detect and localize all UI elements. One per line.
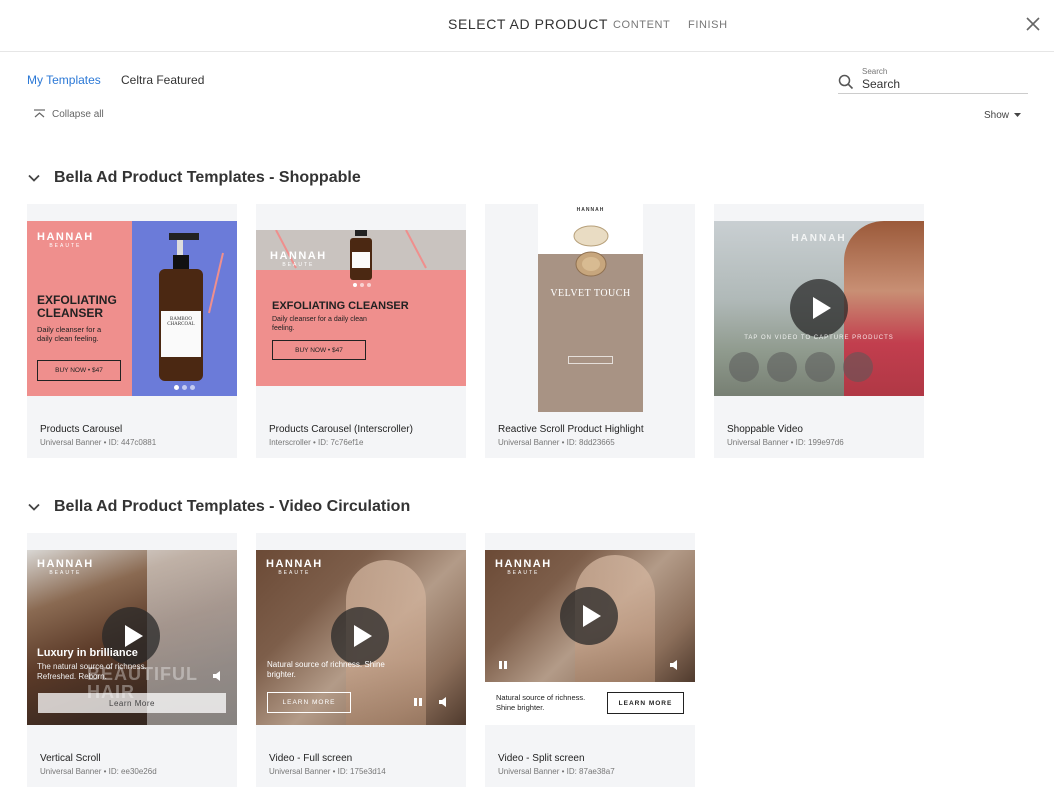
section-header-video-circulation[interactable]: Bella Ad Product Templates - Video Circu… [27, 498, 410, 516]
brand-logo: HANNAH [791, 233, 847, 244]
card-title: Products Carousel [40, 424, 123, 435]
card-title: Video - Split screen [498, 753, 585, 764]
carousel-dots [174, 385, 195, 390]
section-title: Bella Ad Product Templates - Shoppable [54, 169, 361, 186]
section-header-shoppable[interactable]: Bella Ad Product Templates - Shoppable [27, 169, 361, 187]
card-meta: Universal Banner • ID: ee30e26d [40, 767, 157, 776]
collapse-all-label: Collapse all [52, 109, 104, 120]
collapse-all-button[interactable]: Collapse all [33, 109, 104, 120]
card-meta: Universal Banner • ID: 175e3d14 [269, 767, 386, 776]
volume-icon [213, 671, 220, 681]
thumb-cta-button: LEARN MORE [267, 692, 351, 713]
play-icon [331, 607, 389, 665]
step-finish[interactable]: FINISH [688, 19, 728, 31]
card-meta: Interscroller • ID: 7c76ef1e [269, 438, 364, 447]
chevron-down-icon [28, 503, 40, 511]
brand-logo: HANNAH BEAUTE [270, 250, 327, 268]
compact-illustration [573, 225, 609, 277]
section-title: Bella Ad Product Templates - Video Circu… [54, 498, 411, 515]
search-input[interactable] [862, 77, 1022, 91]
volume-icon [670, 660, 677, 670]
thumb-headline: VELVET TOUCH [550, 288, 631, 299]
search-field[interactable]: Search [838, 64, 1028, 94]
thumb-headline: EXFOLIATING CLEANSER [272, 300, 409, 312]
thumb-headline: Luxury in brilliance [37, 647, 138, 659]
card-title: Video - Full screen [269, 753, 353, 764]
thumb-body: Natural source of richness. Shine bright… [267, 660, 385, 679]
card-title: Vertical Scroll [40, 753, 101, 764]
template-thumbnail: HANNAH TAP ON VIDEO TO CAPTURE PRODUCTS [714, 221, 924, 396]
bottle-label: BAMBOO CHARCOAL [167, 317, 195, 327]
template-thumbnail: HANNAH BEAUTE Luxury in brilliance The na… [27, 550, 237, 725]
bottle-illustration [350, 230, 372, 280]
template-card-shoppable-video[interactable]: HANNAH TAP ON VIDEO TO CAPTURE PRODUCTS … [714, 204, 924, 458]
thumb-body: Daily cleanser for a daily clean feeling… [272, 316, 367, 332]
caret-down-icon [1014, 113, 1022, 117]
template-card-reactive-scroll[interactable]: HANNAH VELVET TOUCH Reactive Scroll Prod… [485, 204, 695, 458]
template-thumbnail: HANNAH BEAUTE Natural source of richness.… [256, 550, 466, 725]
template-thumbnail: HANNAH BEAUTE Natural source of richness.… [485, 550, 695, 725]
template-thumbnail: HANNAH BEAUTE EXFOLIATING CLEANSER Daily … [27, 221, 237, 396]
card-meta: Universal Banner • ID: 87ae38a7 [498, 767, 615, 776]
template-card-products-carousel[interactable]: HANNAH BEAUTE EXFOLIATING CLEANSER Daily … [27, 204, 237, 458]
step-select-ad-product[interactable]: SELECT AD PRODUCT [448, 16, 608, 32]
thumb-body: Natural source of richness. Shine bright… [496, 693, 586, 712]
bottle-illustration [159, 233, 224, 381]
tab-celtra-featured[interactable]: Celtra Featured [121, 73, 204, 87]
top-bar: SELECT AD PRODUCT CONTENT FINISH [0, 0, 1054, 52]
carousel-dots [353, 283, 371, 287]
product-dots [729, 352, 873, 382]
template-card-video-full-screen[interactable]: HANNAH BEAUTE Natural source of richness.… [256, 533, 466, 787]
tab-my-templates[interactable]: My Templates [27, 73, 101, 87]
play-icon [790, 279, 848, 337]
thumb-cta-button: LEARN MORE [607, 692, 684, 714]
brand-logo: HANNAH BEAUTE [37, 231, 94, 249]
brand-logo: HANNAH [576, 207, 605, 213]
brand-logo: HANNAH BEAUTE [37, 558, 94, 576]
card-meta: Universal Banner • ID: 8dd23665 [498, 438, 615, 447]
thumb-caption: TAP ON VIDEO TO CAPTURE PRODUCTS [744, 335, 894, 341]
thumb-body: Daily cleanser for a daily clean feeling… [37, 325, 102, 343]
search-label: Search [862, 67, 888, 76]
show-label: Show [984, 110, 1010, 121]
card-title: Reactive Scroll Product Highlight [498, 424, 644, 435]
search-icon [838, 74, 854, 90]
card-meta: Universal Banner • ID: 447c0881 [40, 438, 157, 447]
thumb-cta-button: BUY NOW • $47 [272, 340, 366, 360]
thumb-cta-button [568, 356, 613, 364]
template-card-vertical-scroll[interactable]: HANNAH BEAUTE Luxury in brilliance The na… [27, 533, 237, 787]
template-card-products-carousel-interscroller[interactable]: HANNAH BEAUTE EXFOLIATING CLEANSER Daily … [256, 204, 466, 458]
chevron-down-icon [28, 174, 40, 182]
brand-logo: HANNAH BEAUTE [495, 558, 552, 576]
step-content[interactable]: CONTENT [613, 19, 670, 31]
thumb-cta-button: Learn More [38, 693, 226, 713]
pause-icon [499, 661, 507, 669]
close-icon[interactable] [1024, 15, 1042, 33]
template-thumbnail: HANNAH VELVET TOUCH [538, 204, 643, 412]
brand-logo: HANNAH BEAUTE [266, 558, 323, 576]
collapse-icon [34, 109, 45, 118]
template-thumbnail: HANNAH BEAUTE EXFOLIATING CLEANSER Daily … [256, 230, 466, 386]
card-meta: Universal Banner • ID: 199e97d6 [727, 438, 844, 447]
card-title: Products Carousel (Interscroller) [269, 424, 413, 435]
card-title: Shoppable Video [727, 424, 803, 435]
template-card-video-split-screen[interactable]: HANNAH BEAUTE Natural source of richness.… [485, 533, 695, 787]
play-icon [560, 587, 618, 645]
thumb-cta-button: BUY NOW • $47 [37, 360, 121, 381]
thumb-headline: EXFOLIATING CLEANSER [37, 293, 117, 320]
pause-icon [414, 698, 422, 706]
show-dropdown[interactable]: Show [984, 110, 1022, 121]
volume-icon [439, 697, 446, 707]
